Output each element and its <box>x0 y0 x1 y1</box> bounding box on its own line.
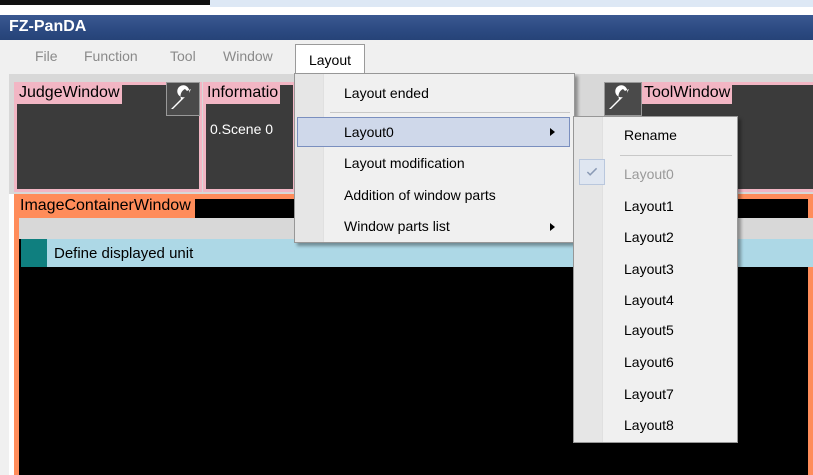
submenu-item-layout1[interactable]: Layout1 <box>624 198 674 214</box>
submenu-item-layout6[interactable]: Layout6 <box>624 354 674 370</box>
submenu-item-layout0-current: Layout0 <box>624 166 674 182</box>
submenu-item-layout5[interactable]: Layout5 <box>624 322 674 338</box>
submenu-separator <box>620 155 732 156</box>
menu-item-window-parts-list[interactable]: Window parts list <box>344 218 450 234</box>
menu-gutter <box>295 74 324 242</box>
left-border <box>0 74 9 475</box>
wrench-icon[interactable] <box>604 82 642 116</box>
menu-item-highlight <box>297 117 570 147</box>
unit-swatch[interactable] <box>21 239 47 267</box>
submenu-item-layout8[interactable]: Layout8 <box>624 417 674 433</box>
menu-item-addition-of-window-parts[interactable]: Addition of window parts <box>344 187 496 203</box>
submenu-item-rename[interactable]: Rename <box>624 127 677 143</box>
unit-label: Define displayed unit <box>54 245 194 262</box>
judge-window-label: JudgeWindow <box>17 82 122 104</box>
menu-layout[interactable]: Layout <box>295 44 365 75</box>
top-dark-bar <box>0 0 210 5</box>
submenu-item-layout7[interactable]: Layout7 <box>624 386 674 402</box>
app-title: FZ-PanDA <box>9 18 87 35</box>
scene-value: 0.Scene 0 <box>210 121 274 137</box>
submenu-item-layout2[interactable]: Layout2 <box>624 229 674 245</box>
submenu-arrow-icon <box>550 128 555 136</box>
menu-separator <box>330 112 570 113</box>
menu-item-layout-ended[interactable]: Layout ended <box>344 85 429 101</box>
image-container-label: ImageContainerWindow <box>14 194 195 218</box>
submenu-item-layout3[interactable]: Layout3 <box>624 261 674 277</box>
top-light-bar <box>210 0 813 7</box>
menu-item-layout-modification[interactable]: Layout modification <box>344 155 465 171</box>
menu-file[interactable]: File <box>35 48 58 64</box>
information-window-label: Informatio <box>205 82 281 104</box>
menu-item-layout0[interactable]: Layout0 <box>344 124 394 140</box>
menu-function[interactable]: Function <box>84 48 138 64</box>
check-icon <box>579 159 605 185</box>
tool-window-label: ToolWindow <box>642 82 733 104</box>
submenu-arrow-icon <box>550 223 555 231</box>
title-bar[interactable] <box>0 15 813 40</box>
wrench-icon[interactable] <box>166 82 200 116</box>
submenu-item-layout4[interactable]: Layout4 <box>624 292 674 308</box>
menu-window[interactable]: Window <box>223 48 273 64</box>
menu-tool[interactable]: Tool <box>170 48 196 64</box>
